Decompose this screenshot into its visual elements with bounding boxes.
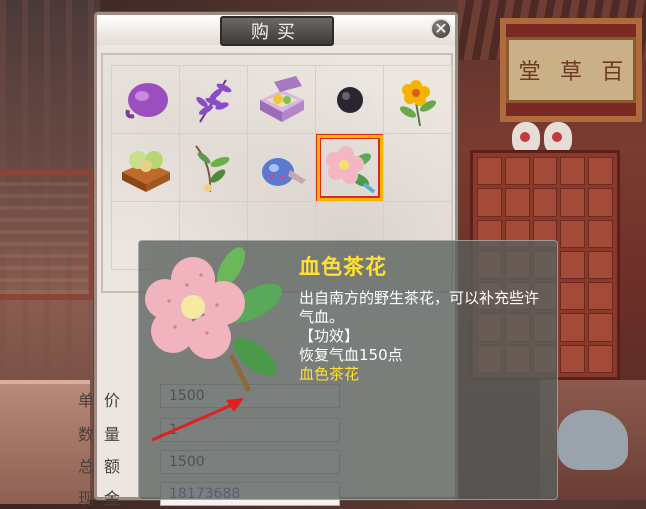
cabinet-drawer	[477, 188, 502, 217]
window-frame	[0, 170, 95, 300]
item-tooltip: 血色茶花 出自南方的野生茶花，可以补充些许气血。 【功效】 恢复气血150点 血…	[138, 240, 558, 500]
tooltip-effect-header: 【功效】	[299, 327, 360, 345]
annotation-arrow-icon	[151, 398, 244, 442]
tooltip-description: 出自南方的野生茶花，可以补充些许气血。	[299, 289, 540, 326]
cabinet-drawer	[532, 188, 558, 217]
item-slot[interactable]	[112, 66, 180, 134]
cabinet-drawer	[560, 188, 586, 217]
item-slot[interactable]	[180, 66, 248, 134]
signboard-char: 堂	[518, 60, 541, 85]
item-slot[interactable]	[248, 66, 316, 134]
cabinet-drawer	[477, 157, 502, 186]
cabinet-drawer	[504, 157, 530, 186]
camellia-icon	[326, 146, 376, 194]
cabinet-drawer	[560, 250, 586, 280]
item-slot-selected[interactable]	[316, 134, 384, 202]
item-slot[interactable]	[180, 134, 248, 202]
item-slot-empty[interactable]	[384, 134, 452, 202]
blue-gourd-icon	[262, 158, 306, 186]
yellow-flower-icon	[399, 80, 437, 127]
sprig-icon	[195, 145, 230, 193]
cabinet-drawer	[560, 344, 586, 373]
cabinet-drawer	[588, 219, 613, 248]
elephant-statue	[558, 410, 628, 470]
item-slot[interactable]	[248, 134, 316, 202]
cabinet-drawer	[504, 188, 530, 217]
cabinet-drawer	[560, 282, 586, 311]
tooltip-footer: 血色茶花	[299, 365, 360, 383]
item-slot[interactable]	[384, 66, 452, 134]
cabinet-drawer	[588, 250, 613, 280]
shop-signboard: 堂 草 百	[500, 18, 642, 122]
signboard-char: 草	[559, 60, 582, 85]
cabinet-drawer	[588, 282, 613, 311]
green-buns-icon	[122, 151, 170, 192]
quantity-label: 数量	[78, 425, 131, 444]
tooltip-effect: 恢复气血150点	[299, 346, 403, 364]
cabinet-drawer	[588, 313, 613, 342]
purple-pouch-icon	[125, 83, 168, 119]
window-title: 购买	[220, 16, 334, 46]
cabinet-drawer	[588, 188, 613, 217]
close-button[interactable]: ✕	[430, 18, 452, 40]
cabinet-drawer	[588, 157, 613, 186]
purple-herb-icon	[196, 79, 232, 123]
cabinet-drawer	[560, 157, 586, 186]
tooltip-title: 血色茶花	[299, 255, 387, 279]
signboard-char: 百	[601, 60, 624, 85]
cabinet-drawer	[560, 219, 586, 248]
item-slot[interactable]	[316, 66, 384, 134]
cabinet-drawer	[560, 313, 586, 342]
black-pill-icon	[326, 86, 374, 116]
price-label: 单价	[78, 391, 131, 410]
cabinet-drawer	[532, 157, 558, 186]
cabinet-drawer	[588, 344, 613, 373]
food-box-icon	[260, 76, 304, 122]
camellia-large-icon	[145, 247, 282, 393]
title-bar: 购买 ✕	[97, 15, 455, 46]
item-slot[interactable]	[112, 134, 180, 202]
cash-label: 现金	[78, 489, 131, 508]
tooltip-text: 血色茶花 出自南方的野生茶花，可以补充些许气血。 【功效】 恢复气血150点 血…	[299, 251, 551, 384]
total-label: 总额	[78, 457, 131, 476]
